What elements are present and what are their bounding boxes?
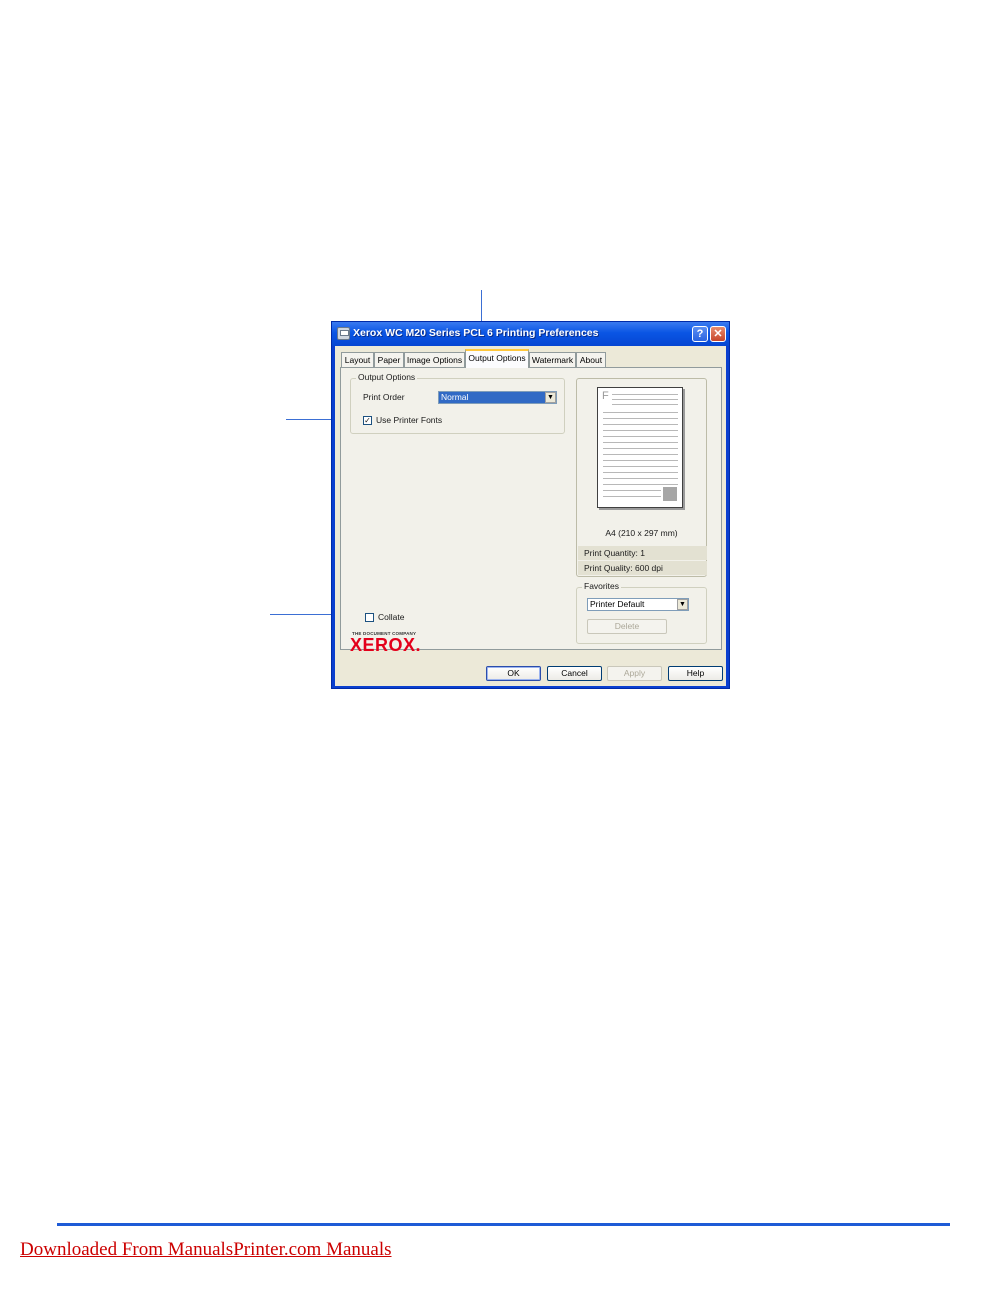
footer-download-link[interactable]: Downloaded From ManualsPrinter.com Manua… <box>20 1239 392 1261</box>
collate-label: Collate <box>378 612 405 622</box>
tab-layout[interactable]: Layout <box>341 352 374 367</box>
tab-about[interactable]: About <box>576 352 606 367</box>
ok-button[interactable]: OK <box>486 666 541 681</box>
printer-icon <box>337 327 350 340</box>
print-quantity-label: Print Quantity: 1 <box>578 546 707 560</box>
output-options-panel: Output Options Print Order Normal ▼ ✓ Us… <box>340 367 722 655</box>
favorites-group-label: Favorites <box>582 581 621 591</box>
preview-text-line <box>603 472 678 473</box>
apply-button[interactable]: Apply <box>607 666 662 681</box>
use-printer-fonts-label: Use Printer Fonts <box>376 415 443 425</box>
page-preview-letter: F <box>602 390 609 402</box>
output-options-group-label: Output Options <box>356 372 418 382</box>
tab-output-options[interactable]: Output Options <box>465 349 529 368</box>
close-button[interactable]: ✕ <box>710 326 726 342</box>
chevron-down-icon[interactable]: ▼ <box>677 599 688 610</box>
xerox-logo: XEROX. <box>350 635 422 655</box>
print-quality-label: Print Quality: 600 dpi <box>578 561 707 575</box>
page-preview-panel: F A4 (210 x 297 mm) Print Quantity: 1 Pr… <box>576 378 707 577</box>
preview-text-line <box>612 394 678 395</box>
preview-text-line <box>603 418 678 419</box>
print-order-value: Normal <box>439 392 546 403</box>
tab-watermark[interactable]: Watermark <box>529 352 576 367</box>
use-printer-fonts-checkbox[interactable]: ✓ <box>363 416 372 425</box>
preview-text-line <box>603 490 661 491</box>
preview-text-line <box>603 478 678 479</box>
help-button[interactable]: Help <box>668 666 723 681</box>
preview-text-line <box>603 412 678 413</box>
help-title-button[interactable]: ? <box>692 326 708 342</box>
footer-rule <box>57 1223 950 1226</box>
preview-text-line <box>612 399 678 400</box>
favorites-group: Favorites Printer Default ▼ Delete <box>576 581 707 644</box>
printing-preferences-dialog: Xerox WC M20 Series PCL 6 Printing Prefe… <box>331 321 730 689</box>
preview-text-line <box>612 404 678 405</box>
tab-image-options[interactable]: Image Options <box>404 352 465 367</box>
chevron-down-icon[interactable]: ▼ <box>545 392 556 403</box>
delete-favorite-button[interactable]: Delete <box>587 619 667 634</box>
preview-text-line <box>603 430 678 431</box>
dialog-title: Xerox WC M20 Series PCL 6 Printing Prefe… <box>353 327 599 339</box>
preview-text-line <box>603 484 678 485</box>
cancel-button[interactable]: Cancel <box>547 666 602 681</box>
page-preview: F <box>597 387 683 508</box>
preview-text-line <box>603 466 678 467</box>
preview-text-line <box>603 496 661 497</box>
preview-text-line <box>603 442 678 443</box>
preview-text-line <box>603 436 678 437</box>
title-bar[interactable]: Xerox WC M20 Series PCL 6 Printing Prefe… <box>332 322 729 346</box>
favorites-value: Printer Default <box>590 599 645 609</box>
preview-text-line <box>603 454 678 455</box>
preview-text-line <box>603 448 678 449</box>
dialog-client-area: Layout Paper Image Options Output Option… <box>335 346 726 686</box>
page-number-box <box>663 487 677 501</box>
print-order-label: Print Order <box>363 392 405 402</box>
preview-text-line <box>603 460 678 461</box>
preview-text-line <box>603 424 678 425</box>
favorites-dropdown[interactable]: Printer Default ▼ <box>587 598 689 611</box>
tab-paper[interactable]: Paper <box>374 352 404 367</box>
output-options-group: Output Options Print Order Normal ▼ ✓ Us… <box>350 372 565 434</box>
paper-size-label: A4 (210 x 297 mm) <box>605 528 678 538</box>
collate-checkbox[interactable] <box>365 613 374 622</box>
print-order-dropdown[interactable]: Normal ▼ <box>438 391 557 404</box>
